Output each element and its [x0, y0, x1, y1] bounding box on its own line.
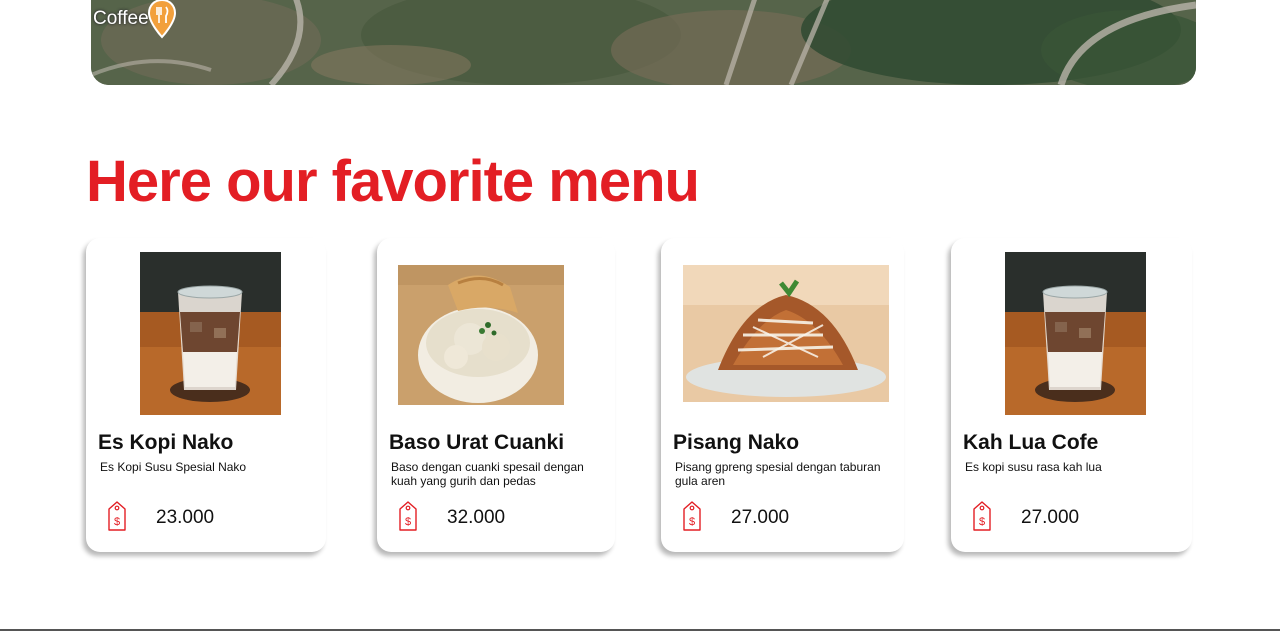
price-tag-icon: $ — [681, 500, 703, 537]
menu-item-price: 23.000 — [156, 507, 215, 528]
svg-text:$: $ — [689, 516, 695, 528]
iced-coffee-photo — [140, 252, 281, 415]
location-map[interactable]: Coffee — [91, 0, 1196, 85]
svg-text:$: $ — [405, 516, 411, 528]
map-place-label: Coffee — [93, 8, 149, 29]
svg-text:$: $ — [979, 516, 985, 528]
fried-banana-photo — [683, 265, 889, 402]
menu-item-description: Es kopi susu rasa kah lua — [965, 460, 1102, 474]
svg-text:$: $ — [114, 516, 120, 528]
map-terrain — [91, 0, 1196, 85]
price-tag-icon: $ — [397, 500, 419, 537]
menu-item-price: 27.000 — [1021, 507, 1080, 528]
menu-item-price: 32.000 — [447, 507, 506, 528]
iced-coffee-photo — [1005, 252, 1146, 415]
menu-card[interactable]: Es Kopi Nako Es Kopi Susu Spesial Nako $… — [86, 238, 326, 552]
menu-card[interactable]: Kah Lua Cofe Es kopi susu rasa kah lua $… — [951, 238, 1192, 552]
price-tag-icon: $ — [106, 500, 128, 537]
meatball-soup-photo — [398, 265, 564, 405]
menu-item-description: Pisang gpreng spesial dengan taburan gul… — [675, 460, 881, 488]
menu-card[interactable]: Pisang Nako Pisang gpreng spesial dengan… — [661, 238, 904, 552]
menu-item-name: Baso Urat Cuanki — [389, 431, 565, 454]
menu-item-description: Es Kopi Susu Spesial Nako — [100, 460, 247, 474]
menu-item-name: Es Kopi Nako — [98, 431, 234, 454]
menu-card[interactable]: Baso Urat Cuanki Baso dengan cuanki spes… — [377, 238, 615, 552]
price-tag-icon: $ — [971, 500, 993, 537]
menu-item-name: Pisang Nako — [673, 431, 800, 454]
menu-item-name: Kah Lua Cofe — [963, 431, 1099, 454]
menu-item-price: 27.000 — [731, 507, 790, 528]
section-heading: Here our favorite menu — [86, 149, 700, 214]
menu-item-description: Baso dengan cuanki spesail dengan kuah y… — [391, 460, 584, 488]
